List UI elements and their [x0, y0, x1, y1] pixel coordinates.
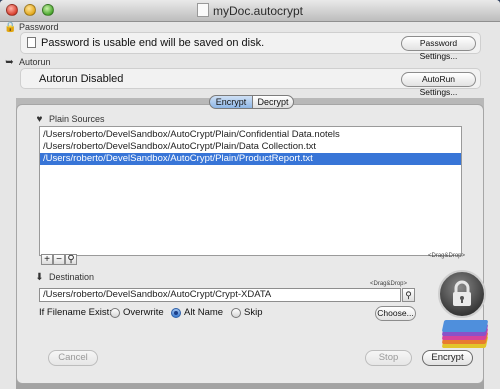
- skip-label[interactable]: Skip: [244, 307, 262, 318]
- autorun-status: Autorun Disabled: [39, 73, 124, 85]
- tab-encrypt[interactable]: Encrypt: [209, 95, 253, 109]
- app-window: myDoc.autocrypt 🔒 Password Password is us…: [0, 0, 500, 389]
- list-item-selected[interactable]: /Users/roberto/DevelSandbox/AutoCrypt/Pl…: [40, 153, 461, 165]
- remove-source-button[interactable]: −: [53, 254, 65, 265]
- title-bar[interactable]: myDoc.autocrypt: [0, 0, 500, 22]
- password-status-message: Password is usable end will be saved on …: [41, 37, 265, 49]
- document-icon: [196, 3, 209, 17]
- filename-exists-label: If Filename Exist:: [39, 307, 112, 318]
- run-icon: ➥: [5, 57, 14, 68]
- stop-button[interactable]: Stop: [365, 350, 412, 366]
- destination-header: ⬇ Destination: [34, 272, 94, 283]
- search-source-button[interactable]: ⚲: [65, 254, 77, 265]
- alt-name-radio[interactable]: [171, 308, 181, 318]
- alt-name-label[interactable]: Alt Name: [184, 307, 223, 318]
- cancel-button[interactable]: Cancel: [48, 350, 98, 366]
- password-box: Password is usable end will be saved on …: [20, 32, 481, 61]
- autorun-settings-button[interactable]: AutoRun Settings...: [401, 72, 476, 97]
- autorun-section-label: Autorun: [19, 57, 51, 67]
- overwrite-label[interactable]: Overwrite: [123, 307, 164, 318]
- destination-drag-hint: <Drag&Drop>: [370, 281, 408, 287]
- destination-browse-button[interactable]: ⚲: [402, 288, 415, 302]
- padlock-icon: [438, 270, 486, 318]
- overwrite-radio[interactable]: [110, 308, 120, 318]
- encrypt-button[interactable]: Encrypt: [422, 350, 473, 366]
- window-title: myDoc.autocrypt: [212, 4, 304, 18]
- tab-decrypt[interactable]: Decrypt: [252, 95, 294, 109]
- sources-drag-hint: <Drag&Drop>: [428, 253, 466, 259]
- down-arrow-icon: ⬇: [35, 272, 44, 283]
- autorun-box: Autorun Disabled AutoRun Settings...: [20, 68, 481, 97]
- list-item[interactable]: /Users/roberto/DevelSandbox/AutoCrypt/Pl…: [40, 129, 461, 141]
- destination-path-field[interactable]: /Users/roberto/DevelSandbox/AutoCrypt/Cr…: [39, 288, 401, 302]
- autorun-section-header: ➥ Autorun: [4, 57, 51, 68]
- document-status-icon: [27, 37, 36, 48]
- magnifier-icon: ⚲: [405, 290, 412, 300]
- list-item[interactable]: /Users/roberto/DevelSandbox/AutoCrypt/Pl…: [40, 141, 461, 153]
- window-title-wrap: myDoc.autocrypt: [0, 3, 500, 18]
- password-section-label: Password: [19, 22, 59, 32]
- password-settings-button[interactable]: Password Settings...: [401, 36, 476, 61]
- lock-icon: 🔒: [4, 22, 17, 33]
- plain-sources-list[interactable]: /Users/roberto/DevelSandbox/AutoCrypt/Pl…: [39, 126, 462, 256]
- magnifier-icon: ⚲: [67, 254, 75, 265]
- plain-sources-header: ♥ Plain Sources: [34, 114, 105, 125]
- destination-label: Destination: [49, 272, 95, 282]
- choose-button[interactable]: Choose...: [375, 306, 416, 321]
- layers-graphic: [437, 312, 489, 352]
- heart-icon: ♥: [36, 114, 43, 125]
- skip-radio[interactable]: [231, 308, 241, 318]
- add-source-button[interactable]: +: [41, 254, 53, 265]
- plain-sources-label: Plain Sources: [49, 114, 105, 124]
